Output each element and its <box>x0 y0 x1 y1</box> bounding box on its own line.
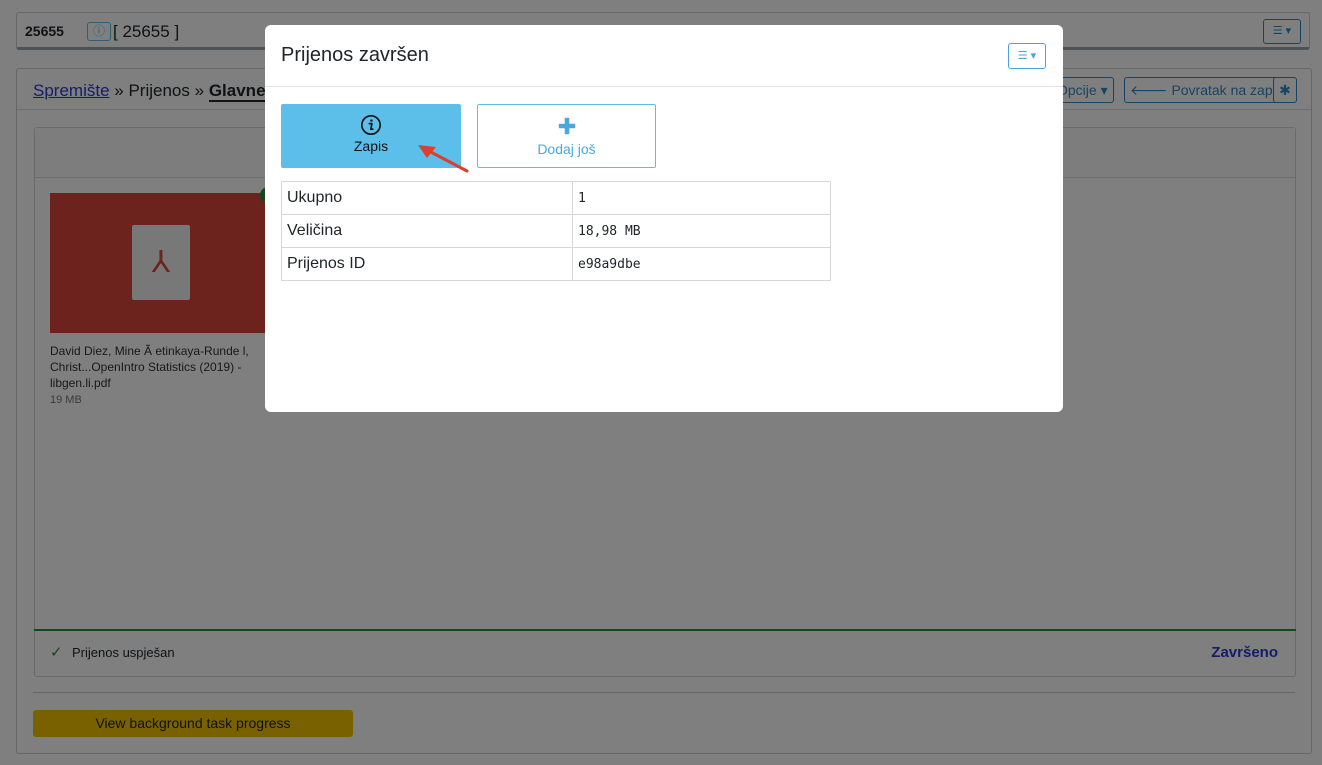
modal-menu-button[interactable]: ☰ ▾ <box>1008 43 1046 69</box>
add-more-button[interactable]: Dodaj još <box>477 104 656 168</box>
info-circle-icon <box>361 115 381 135</box>
add-more-label: Dodaj još <box>537 141 596 157</box>
summary-value: 1 <box>572 181 831 215</box>
plus-icon <box>558 117 575 135</box>
table-row: Prijenos ID e98a9dbe <box>281 247 831 281</box>
upload-summary-table: Ukupno 1 Veličina 18,98 MB Prijenos ID e… <box>281 181 831 281</box>
table-row: Veličina 18,98 MB <box>281 214 831 248</box>
modal-header: Prijenos završen ☰ ▾ <box>265 25 1063 87</box>
menu-icon: ☰ ▾ <box>1017 50 1037 62</box>
summary-key: Prijenos ID <box>281 247 573 281</box>
summary-key: Ukupno <box>281 181 573 215</box>
summary-value: 18,98 MB <box>572 214 831 248</box>
summary-value: e98a9dbe <box>572 247 831 281</box>
upload-complete-modal: Prijenos završen ☰ ▾ Zapis Dodaj još Uku… <box>265 25 1063 412</box>
modal-title: Prijenos završen <box>281 44 429 66</box>
annotation-arrow-icon <box>418 145 469 173</box>
summary-key: Veličina <box>281 214 573 248</box>
table-row: Ukupno 1 <box>281 181 831 215</box>
